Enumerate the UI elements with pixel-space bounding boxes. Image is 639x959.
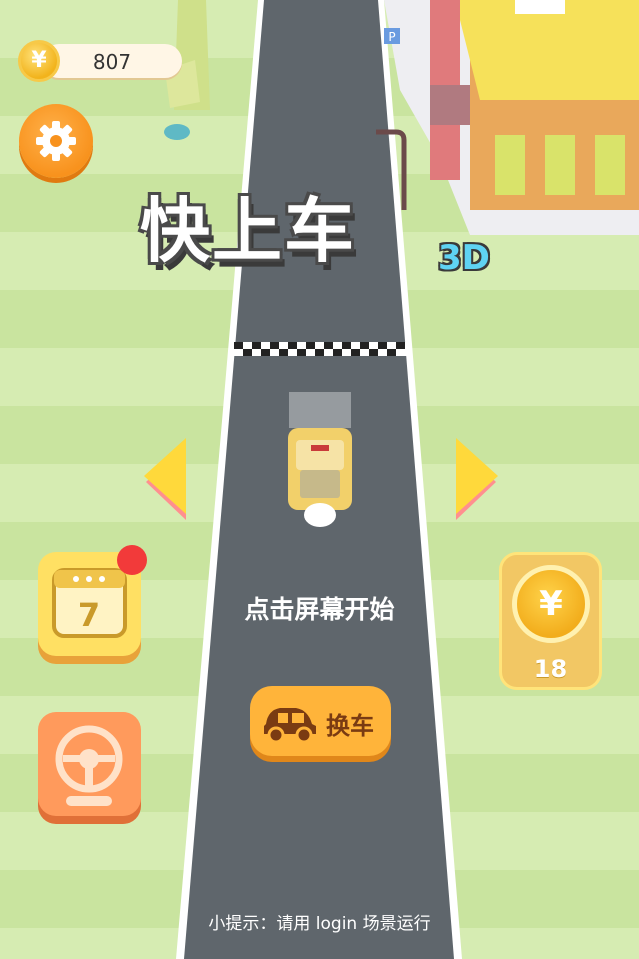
coin-icon: ¥ [18, 40, 60, 82]
parking-sign-letter: P [388, 30, 395, 44]
player-car [288, 392, 352, 527]
game-title: 快上车 [140, 190, 356, 272]
steering-button[interactable] [38, 712, 141, 816]
rock [164, 124, 190, 140]
coin-count: 807 [92, 50, 132, 74]
arrow-left-icon[interactable] [142, 436, 190, 522]
change-car-button[interactable]: 换车 [250, 686, 391, 756]
footer-tip: 小提示：请用 login 场景运行 [208, 914, 431, 934]
settings-button[interactable] [19, 104, 93, 178]
coin-counter: 807 [42, 44, 182, 78]
game-title-3d: 3D [438, 238, 490, 278]
gear-icon [36, 121, 76, 161]
car-icon [264, 708, 316, 744]
change-car-label: 换车 [326, 712, 374, 740]
arrow-right-icon[interactable] [452, 436, 500, 522]
finish-line [234, 342, 408, 356]
steering-wheel-icon [55, 725, 123, 806]
building-roof [455, 0, 639, 100]
start-hint: 点击屏幕开始 [244, 595, 395, 624]
game-stage[interactable]: P 807 ¥ 快上车 3D 7 ¥ 18 点击屏幕开始 换车 小提示：请用 l… [0, 0, 639, 959]
coin-reward-count: 18 [533, 655, 568, 683]
notification-badge [117, 545, 147, 575]
